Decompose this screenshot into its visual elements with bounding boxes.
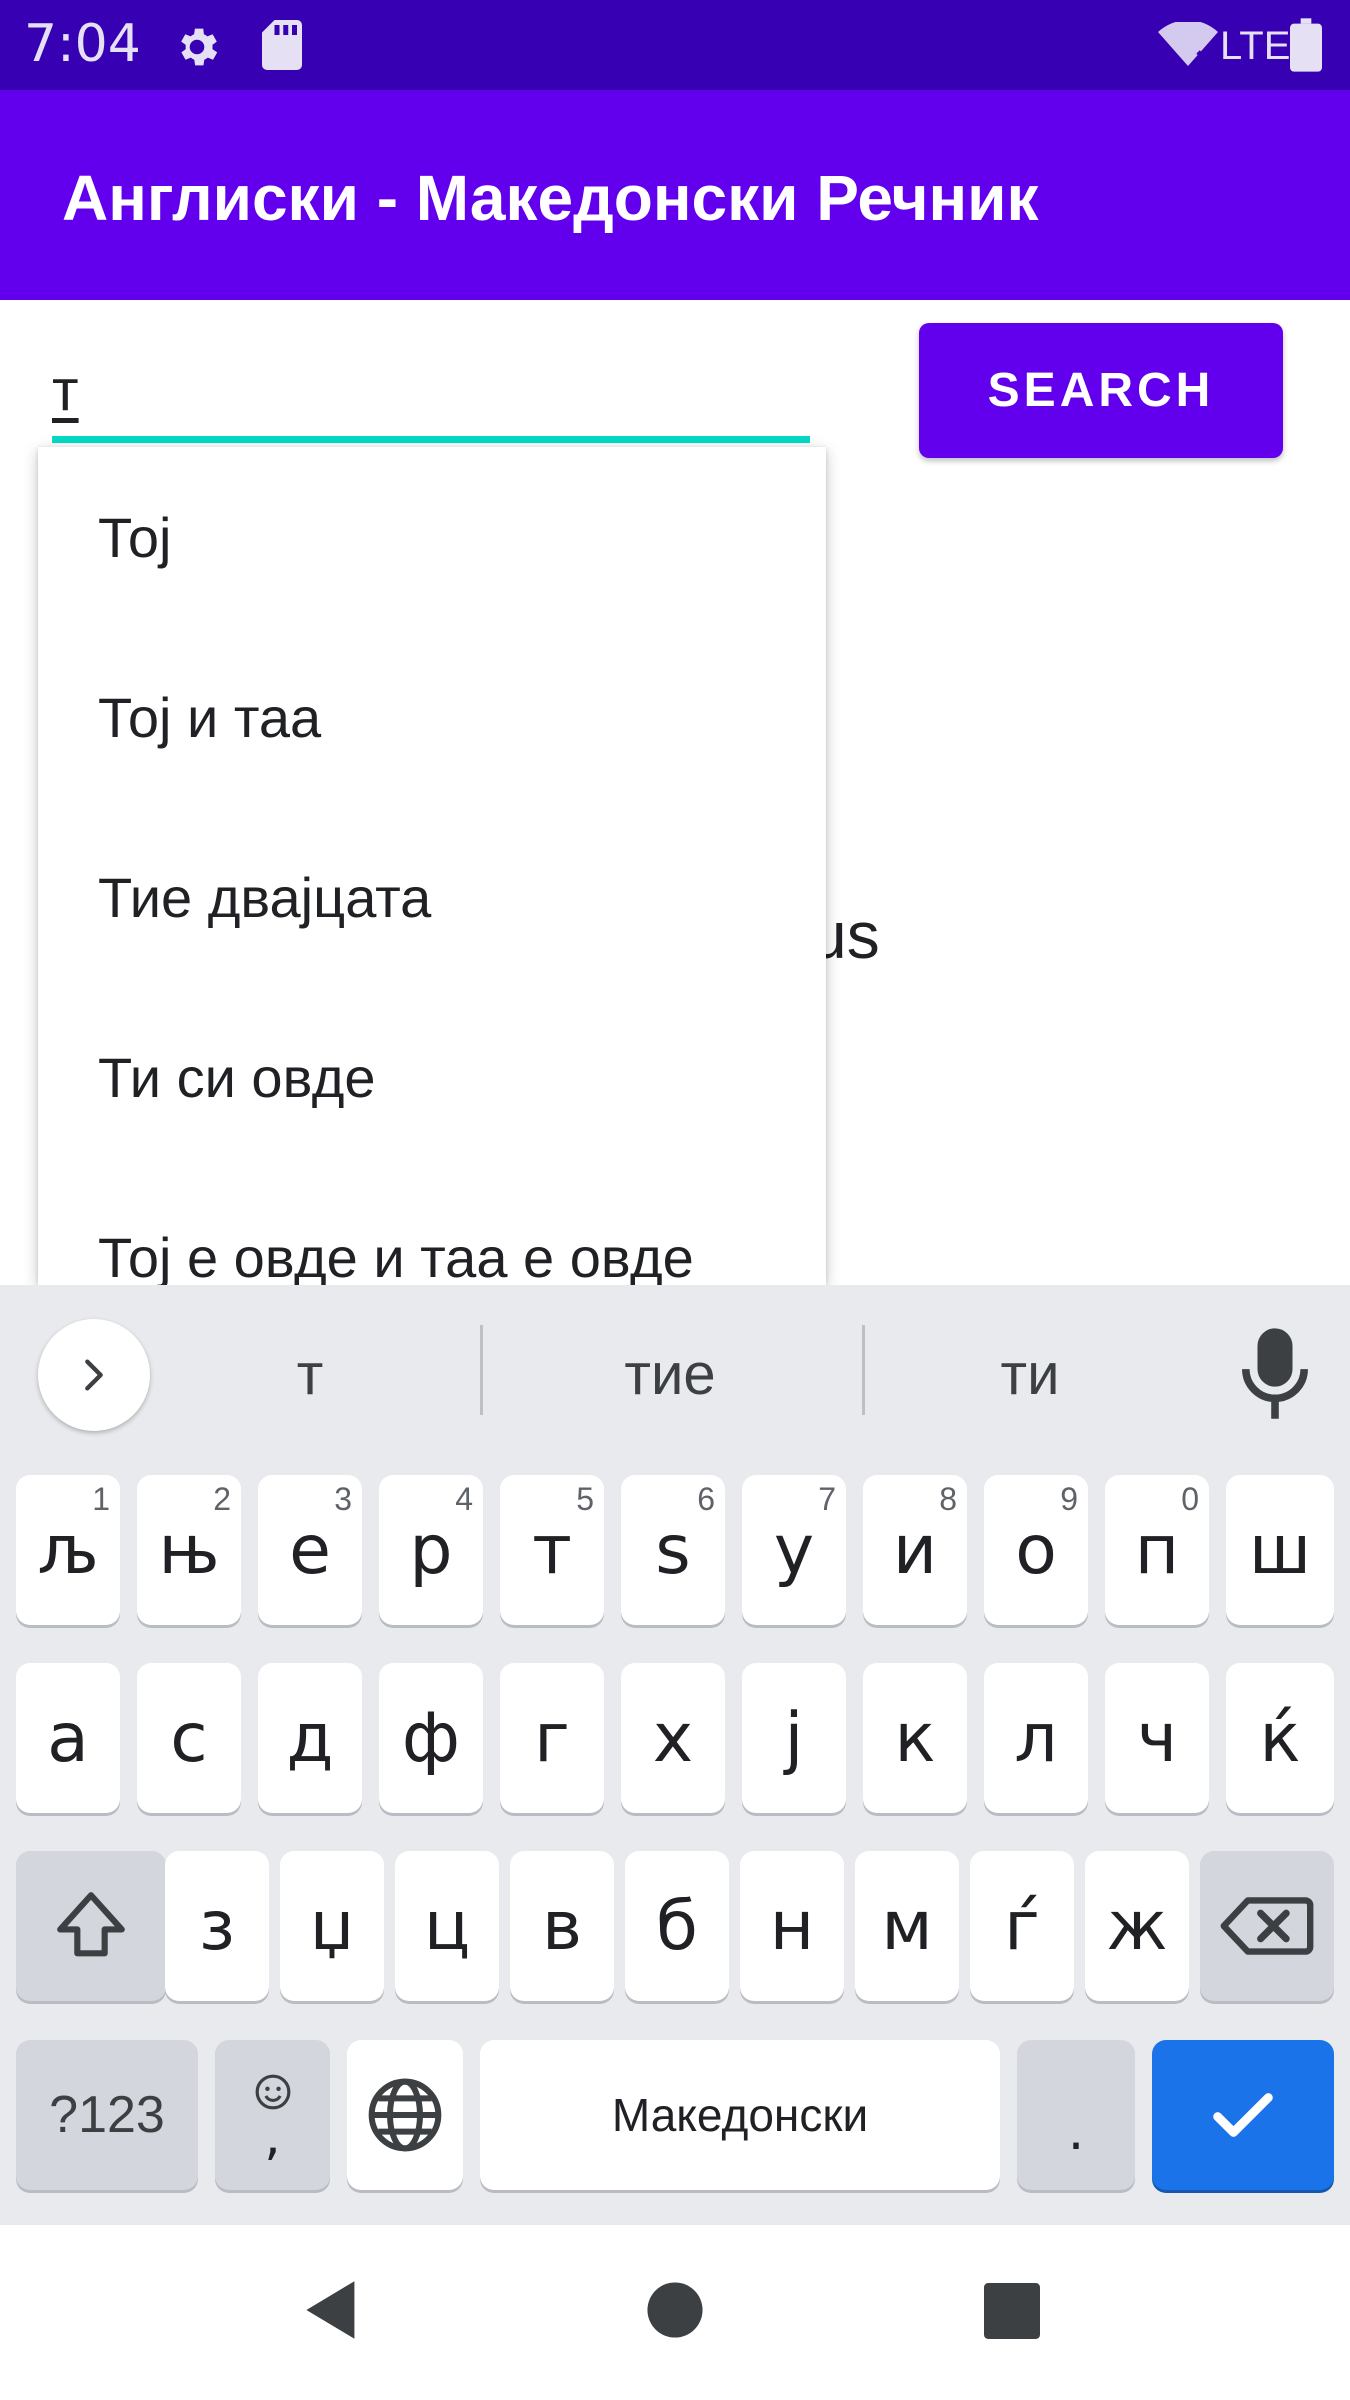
key-row3[interactable]: б bbox=[625, 1851, 729, 2001]
key-9[interactable]: 9о bbox=[984, 1475, 1088, 1625]
key-label: њ bbox=[158, 1510, 220, 1590]
word-suggestion[interactable]: тие bbox=[560, 1325, 780, 1425]
key-label: о bbox=[1015, 1510, 1057, 1590]
status-time: 7:04 bbox=[24, 14, 141, 74]
key-row2[interactable]: к bbox=[863, 1663, 967, 1813]
dropdown-item[interactable]: Тој е овде и таа е овде bbox=[38, 1167, 826, 1286]
shift-icon bbox=[57, 1892, 125, 1957]
sd-card-icon bbox=[262, 20, 302, 70]
app-bar: Англиски - Македонски Речник bbox=[0, 90, 1350, 300]
key-label: у bbox=[773, 1510, 815, 1590]
key-label: и bbox=[892, 1510, 938, 1590]
key-label: ѕ bbox=[655, 1510, 691, 1590]
suggestion-strip: т тие ти bbox=[0, 1285, 1350, 1460]
key-label: т bbox=[532, 1510, 572, 1590]
key-row2[interactable]: с bbox=[137, 1663, 241, 1813]
search-button[interactable]: SEARCH bbox=[919, 323, 1283, 458]
key-8[interactable]: 8и bbox=[863, 1475, 967, 1625]
key-row2[interactable]: ф bbox=[379, 1663, 483, 1813]
key-1[interactable]: 1љ bbox=[16, 1475, 120, 1625]
word-suggestion[interactable]: ти bbox=[920, 1325, 1140, 1425]
key-row3[interactable]: з bbox=[165, 1851, 269, 2001]
globe-icon bbox=[368, 2078, 442, 2152]
key-hint: 1 bbox=[92, 1481, 110, 1517]
enter-key[interactable] bbox=[1152, 2040, 1334, 2190]
home-icon[interactable] bbox=[646, 2281, 704, 2339]
key-row3[interactable]: ж bbox=[1085, 1851, 1189, 2001]
key-label: р bbox=[409, 1510, 453, 1590]
strip-divider bbox=[862, 1325, 865, 1415]
key-hint: 9 bbox=[1060, 1481, 1078, 1517]
key-hint: 3 bbox=[334, 1481, 352, 1517]
dropdown-item[interactable]: Тие двајцата bbox=[38, 807, 826, 987]
gear-icon bbox=[181, 28, 218, 66]
comma-label: , bbox=[264, 2107, 281, 2167]
backspace-key[interactable] bbox=[1200, 1851, 1334, 2001]
key-row2[interactable]: л bbox=[984, 1663, 1088, 1813]
key-row3[interactable]: џ bbox=[280, 1851, 384, 2001]
autocomplete-dropdown: Тој Тој и таа Тие двајцата Ти си овде То… bbox=[38, 447, 826, 1285]
key-row2[interactable]: ј bbox=[742, 1663, 846, 1813]
key-7[interactable]: 7у bbox=[742, 1475, 846, 1625]
dropdown-item[interactable]: Тој bbox=[38, 447, 826, 627]
key-5[interactable]: 5т bbox=[500, 1475, 604, 1625]
key-hint: 4 bbox=[455, 1481, 473, 1517]
key-hint: 0 bbox=[1181, 1481, 1199, 1517]
status-bar: 7:04 LTE bbox=[0, 0, 1350, 90]
emoji-comma-key[interactable]: , bbox=[215, 2040, 330, 2190]
back-icon[interactable] bbox=[300, 2277, 364, 2343]
symbols-key[interactable]: ?123 bbox=[16, 2040, 198, 2190]
key-hint: 5 bbox=[576, 1481, 594, 1517]
key-hint: 6 bbox=[697, 1481, 715, 1517]
word-suggestion[interactable]: т bbox=[200, 1325, 420, 1425]
check-icon bbox=[1213, 2093, 1273, 2137]
key-4[interactable]: 4р bbox=[379, 1475, 483, 1625]
battery-icon bbox=[1290, 18, 1322, 72]
strip-divider bbox=[480, 1325, 483, 1415]
soft-keyboard: т тие ти 1љ 2њ 3е 4р 5т 6ѕ 7у 8и 9о 0п ш… bbox=[0, 1285, 1350, 2225]
dropdown-item[interactable]: Ти си овде bbox=[38, 987, 826, 1167]
key-hint: 7 bbox=[818, 1481, 836, 1517]
key-row3[interactable]: ц bbox=[395, 1851, 499, 2001]
dropdown-item[interactable]: Тој и таа bbox=[38, 627, 826, 807]
key-label: п bbox=[1134, 1510, 1180, 1590]
space-key[interactable]: Македонски bbox=[480, 2040, 1000, 2190]
search-field[interactable] bbox=[52, 340, 810, 446]
key-row2[interactable]: х bbox=[621, 1663, 725, 1813]
key-row3[interactable]: ѓ bbox=[970, 1851, 1074, 2001]
key-row3[interactable]: в bbox=[510, 1851, 614, 2001]
key-6[interactable]: 6ѕ bbox=[621, 1475, 725, 1625]
navigation-bar bbox=[0, 2225, 1350, 2400]
search-underline bbox=[52, 436, 810, 443]
shift-key[interactable] bbox=[16, 1851, 166, 2001]
period-key[interactable]: . bbox=[1017, 2040, 1135, 2190]
key-hint: 8 bbox=[939, 1481, 957, 1517]
backspace-icon bbox=[1220, 1897, 1314, 1955]
key-row3[interactable]: м bbox=[855, 1851, 959, 2001]
key-row3[interactable]: н bbox=[740, 1851, 844, 2001]
emoji-icon bbox=[255, 2074, 290, 2110]
wifi-icon bbox=[1158, 22, 1218, 66]
language-key[interactable] bbox=[347, 2040, 463, 2190]
key-row2[interactable]: ч bbox=[1105, 1663, 1209, 1813]
key-row2[interactable]: а bbox=[16, 1663, 120, 1813]
search-input[interactable] bbox=[52, 340, 810, 440]
app-title: Англиски - Македонски Речник bbox=[62, 162, 1039, 234]
key-label: е bbox=[289, 1510, 331, 1590]
key-label: ш bbox=[1248, 1510, 1312, 1590]
key-row2[interactable]: д bbox=[258, 1663, 362, 1813]
network-type: LTE bbox=[1220, 24, 1291, 68]
recents-icon[interactable] bbox=[984, 2283, 1040, 2339]
key-row2[interactable]: ќ bbox=[1226, 1663, 1334, 1813]
expand-toolbar-button[interactable] bbox=[38, 1319, 150, 1431]
key-11[interactable]: ш bbox=[1226, 1475, 1334, 1625]
key-2[interactable]: 2њ bbox=[137, 1475, 241, 1625]
key-10[interactable]: 0п bbox=[1105, 1475, 1209, 1625]
key-hint: 2 bbox=[213, 1481, 231, 1517]
chevron-right-icon bbox=[85, 1359, 103, 1391]
key-row2[interactable]: г bbox=[500, 1663, 604, 1813]
microphone-icon[interactable] bbox=[1240, 1325, 1310, 1425]
key-3[interactable]: 3е bbox=[258, 1475, 362, 1625]
key-label: љ bbox=[37, 1510, 99, 1590]
